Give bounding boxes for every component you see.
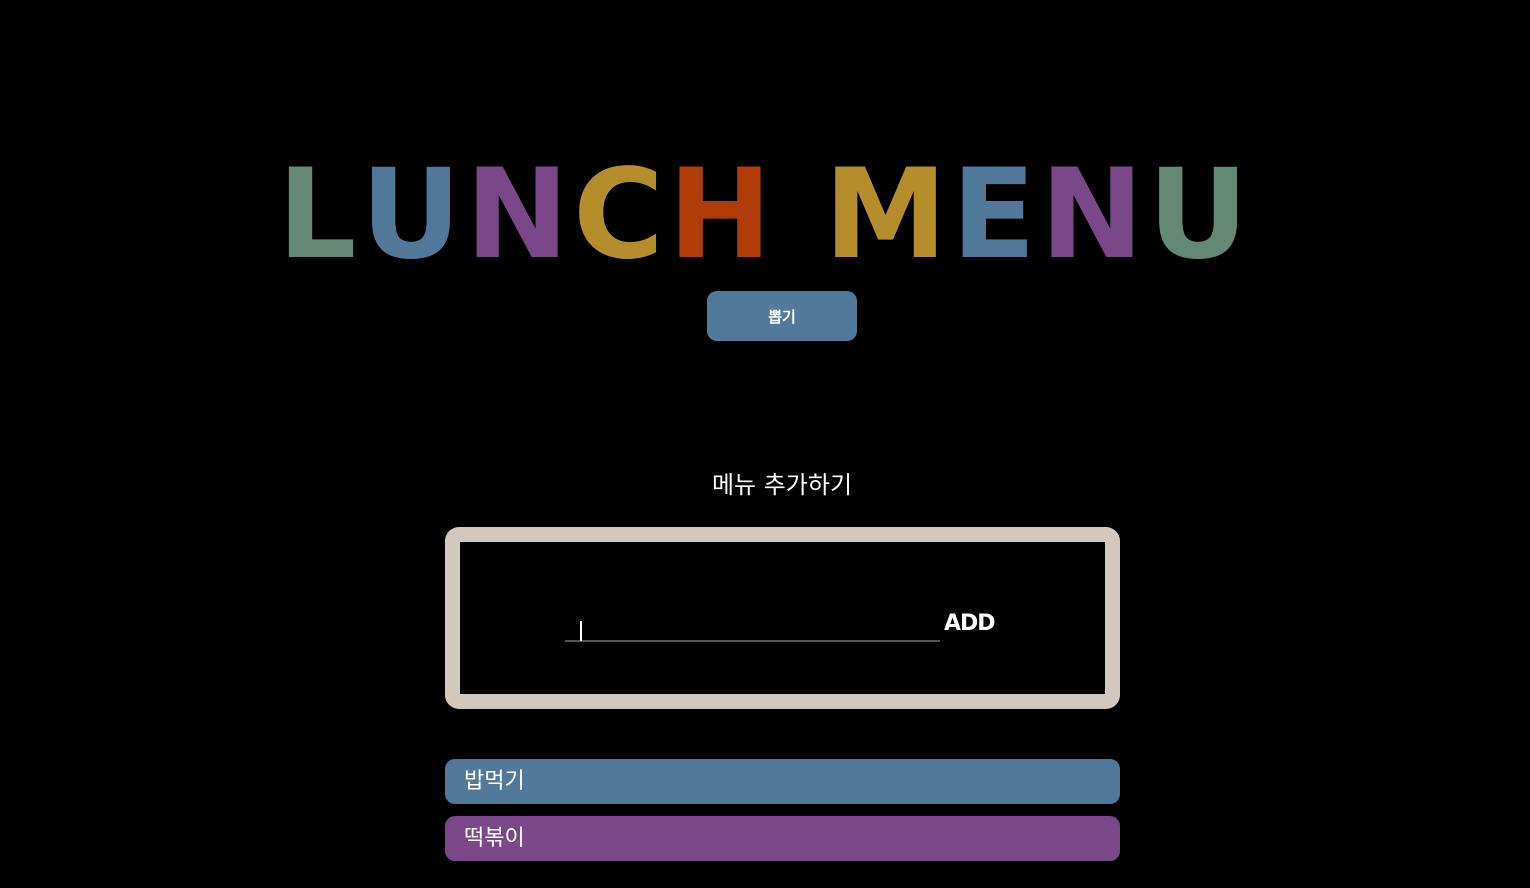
title-letter: L — [277, 143, 361, 288]
title-letter: N — [1039, 143, 1148, 288]
title-letter: M — [823, 143, 952, 288]
title-letter: E — [951, 143, 1040, 288]
menu-list: 밥먹기 떡볶이 — [445, 759, 1120, 873]
menu-input[interactable] — [565, 598, 940, 642]
add-button[interactable]: ADD — [944, 610, 996, 638]
add-menu-form: ADD — [445, 527, 1120, 709]
add-menu-heading: 메뉴 추가하기 — [711, 471, 853, 499]
title-letter: H — [668, 143, 776, 288]
text-caret — [580, 621, 582, 641]
menu-item[interactable]: 밥먹기 — [445, 759, 1120, 804]
menu-item[interactable]: 떡볶이 — [445, 816, 1120, 861]
page-title: LUNCH MENU — [0, 145, 1530, 285]
title-letter: N — [465, 143, 574, 288]
lunch-menu-page: LUNCH MENU 뽑기 메뉴 추가하기 ADD 밥먹기 떡볶이 — [0, 0, 1530, 888]
title-letter: C — [573, 143, 669, 288]
title-letter: U — [360, 143, 466, 288]
title-letter: U — [1147, 143, 1253, 288]
pick-button[interactable]: 뽑기 — [707, 291, 857, 341]
